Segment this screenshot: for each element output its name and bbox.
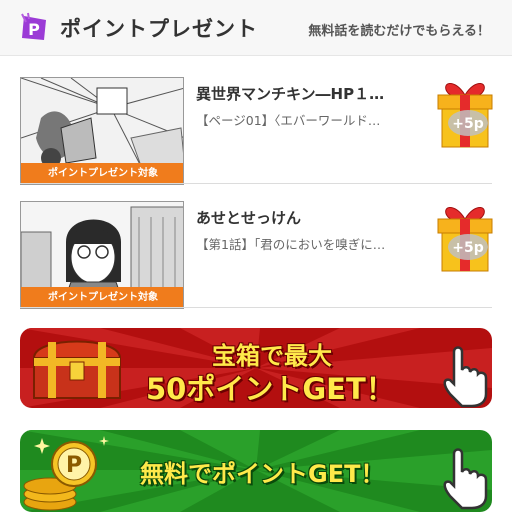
gift-points: +5p bbox=[452, 240, 484, 256]
item-title[interactable]: あせとせっけん bbox=[196, 207, 428, 228]
page-subtitle: 無料話を読むだけでもらえる！ bbox=[308, 24, 490, 39]
divider bbox=[20, 307, 492, 308]
svg-text:P: P bbox=[66, 453, 82, 478]
point-p-icon: P bbox=[21, 12, 46, 40]
page-header: P ポイントプレゼント 無料話を読むだけでもらえる！ bbox=[0, 0, 512, 56]
point-present-tag: ポイントプレゼント対象 bbox=[21, 287, 183, 308]
item-description: 【ページ01】〈エバーワールド… bbox=[196, 113, 381, 128]
free-banner-text: 無料でポイントGET！ bbox=[140, 460, 385, 488]
list-item[interactable]: ポイントプレゼント対象 異世界マンチキン―HP１… 【ページ01】〈エバーワール… bbox=[20, 77, 493, 187]
treasure-banner-line2: 50ポイントGET！ bbox=[146, 372, 395, 406]
gift-box-icon: +5p bbox=[437, 83, 493, 148]
svg-text:P: P bbox=[28, 20, 40, 39]
free-points-banner-button[interactable]: P 無料でポイントGET！ bbox=[20, 430, 492, 512]
page-title: ポイントプレゼント bbox=[60, 17, 258, 41]
gift-points: +5p bbox=[452, 116, 484, 132]
manga-thumbnail[interactable]: ポイントプレゼント対象 bbox=[20, 201, 184, 309]
manga-thumbnail[interactable]: ポイントプレゼント対象 bbox=[20, 77, 184, 185]
list-item[interactable]: ポイントプレゼント対象 あせとせっけん 【第1話】「君のにおいを嗅ぎに… +5p bbox=[20, 201, 493, 311]
treasure-banner-button[interactable]: 宝箱で最大 50ポイントGET！ bbox=[20, 328, 492, 408]
point-present-tag: ポイントプレゼント対象 bbox=[21, 163, 183, 184]
divider bbox=[20, 183, 492, 184]
item-title[interactable]: 異世界マンチキン―HP１… bbox=[196, 83, 428, 104]
treasure-chest-icon bbox=[32, 340, 122, 399]
gift-box-icon: +5p bbox=[437, 207, 493, 272]
item-description: 【第1話】「君のにおいを嗅ぎに… bbox=[196, 237, 386, 252]
